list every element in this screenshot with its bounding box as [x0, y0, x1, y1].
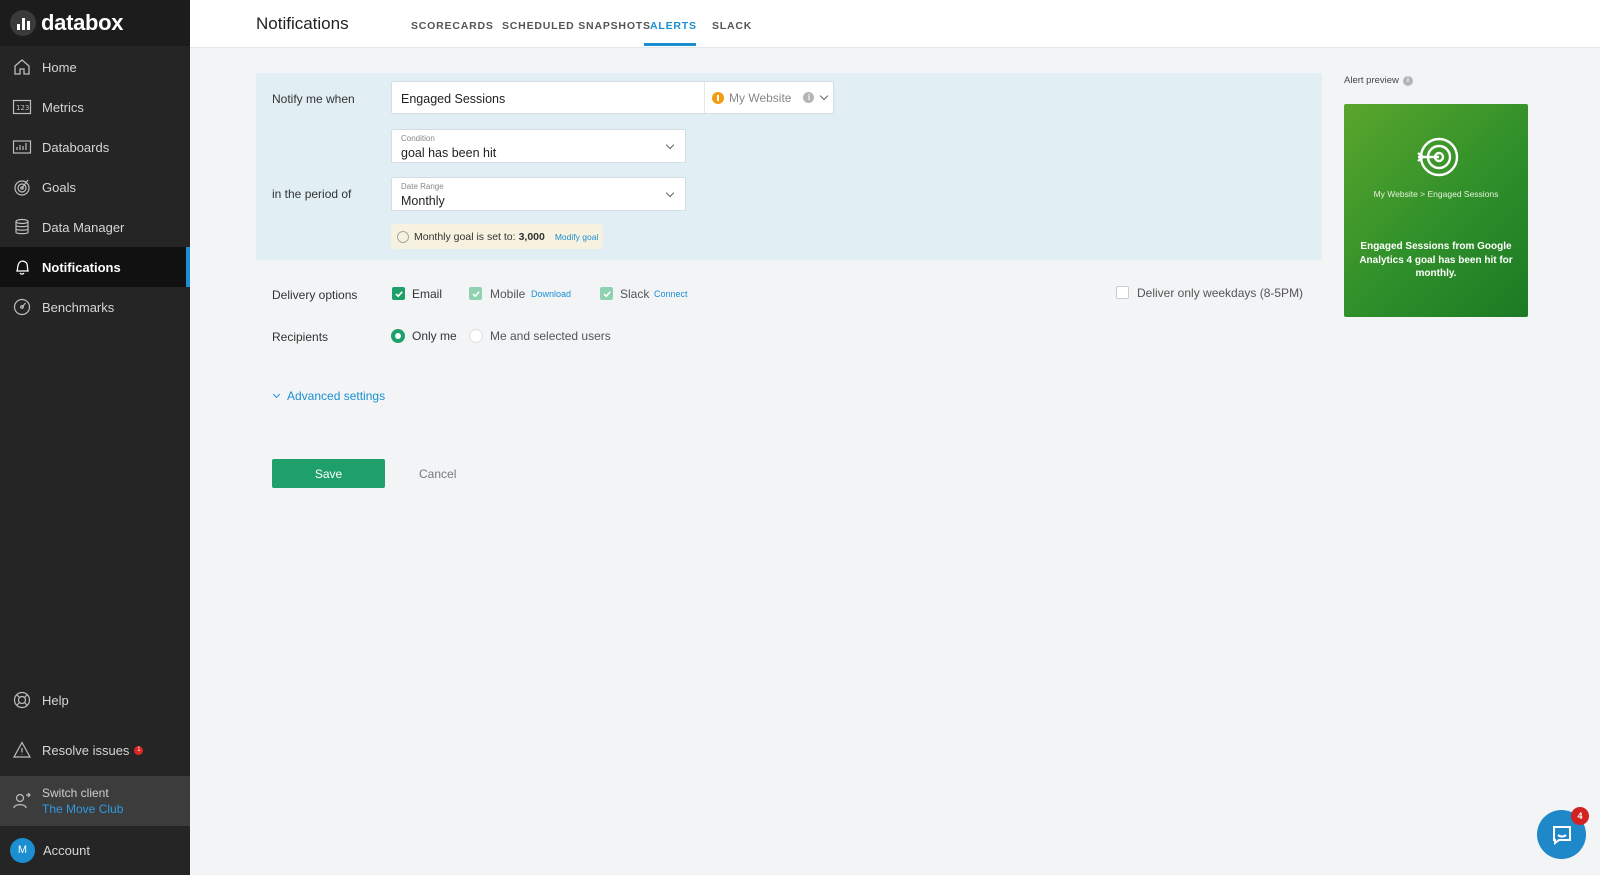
svg-text:123: 123 — [16, 104, 29, 112]
email-label: Email — [412, 287, 443, 301]
sidebar-item-benchmarks[interactable]: Benchmarks — [0, 287, 190, 327]
sidebar-item-label: Databoards — [42, 139, 110, 155]
sidebar-item-label: Benchmarks — [42, 299, 115, 315]
account-label: Account — [43, 842, 90, 858]
sidebar-item-home[interactable]: Home — [0, 47, 190, 87]
sidebar-item-label: Help — [42, 692, 69, 708]
tab-scheduled-snapshots[interactable]: SCHEDULED SNAPSHOTS — [502, 20, 651, 32]
bell-icon — [12, 257, 32, 277]
client-name: The Move Club — [42, 802, 124, 816]
goal-info-pill: Monthly goal is set to: 3,000 Modify goa… — [391, 224, 603, 249]
weekdays-checkbox[interactable] — [1116, 286, 1129, 299]
mobile-label: Mobile — [490, 287, 526, 301]
delivery-label: Delivery options — [272, 288, 358, 302]
mobile-checkbox[interactable] — [469, 287, 482, 300]
metric-select[interactable]: Engaged Sessions My Website i — [391, 81, 834, 114]
avatar: M — [10, 837, 35, 863]
page-title: Notifications — [256, 14, 349, 33]
top-bar: Notifications SCORECARDS SCHEDULED SNAPS… — [190, 0, 1600, 48]
weekdays-label: Deliver only weekdays (8-5PM) — [1137, 286, 1304, 300]
switch-client-button[interactable]: Switch client The Move Club — [0, 776, 190, 826]
metrics-123-icon: 123 — [12, 97, 32, 117]
only-me-label: Only me — [412, 329, 457, 343]
sidebar-item-label: Resolve issues — [42, 742, 130, 758]
chat-unread-badge: 4 — [1571, 807, 1589, 825]
account-button[interactable]: M Account — [0, 830, 190, 870]
sidebar-item-label: Home — [42, 59, 77, 75]
tab-alerts[interactable]: ALERTS — [650, 20, 697, 32]
chevron-down-icon — [665, 188, 675, 198]
goal-target-icon — [1417, 137, 1459, 177]
sidebar-item-metrics[interactable]: 123 Metrics — [0, 87, 190, 127]
recipients-label: Recipients — [272, 330, 329, 344]
data-source-value: My Website — [729, 90, 792, 105]
issue-count-badge: 1 — [134, 745, 144, 755]
condition-caption: Condition — [401, 134, 435, 143]
sidebar-item-notifications[interactable]: Notifications — [0, 247, 190, 287]
slack-checkbox[interactable] — [600, 287, 613, 300]
goal-target-icon — [12, 177, 32, 197]
active-tab-indicator — [644, 43, 696, 46]
preview-path: My Website > Engaged Sessions — [1373, 189, 1499, 199]
selected-users-label: Me and selected users — [490, 329, 611, 343]
alert-preview-title: Alert preview — [1344, 75, 1399, 86]
period-label: in the period of — [272, 187, 352, 201]
condition-select[interactable]: Condition goal has been hit — [391, 129, 686, 163]
sidebar-item-label: Notifications — [42, 259, 121, 275]
preview-message: Engaged Sessions from Google Analytics 4… — [1359, 241, 1513, 279]
home-icon — [12, 57, 32, 77]
logo-text: databox — [41, 10, 124, 35]
save-button[interactable]: Save — [272, 459, 385, 488]
download-link[interactable]: Download — [531, 289, 571, 299]
switch-client-label: Switch client — [42, 786, 109, 800]
selected-users-radio[interactable] — [469, 329, 483, 343]
advanced-settings-toggle[interactable]: Advanced settings — [272, 389, 386, 403]
goal-text: Monthly goal is set to: — [414, 230, 516, 243]
sidebar-item-label: Goals — [42, 179, 76, 195]
chevron-down-icon — [272, 390, 281, 399]
only-me-radio[interactable] — [391, 329, 405, 343]
database-icon — [12, 217, 32, 237]
chat-bubble-icon — [1552, 825, 1571, 845]
notify-label: Notify me when — [272, 92, 355, 106]
lifebuoy-help-icon — [12, 690, 32, 710]
goal-target-icon — [397, 230, 409, 243]
sidebar-item-resolve-issues[interactable]: Resolve issues 1 — [0, 730, 190, 770]
databox-logo[interactable]: databox — [0, 0, 190, 46]
metric-value: Engaged Sessions — [401, 92, 506, 106]
tab-slack[interactable]: SLACK — [712, 20, 752, 32]
warning-triangle-icon — [12, 740, 32, 760]
google-analytics-icon — [712, 91, 724, 104]
sidebar-item-help[interactable]: Help — [0, 680, 190, 720]
alert-preview-card: My Website > Engaged Sessions Engaged Se… — [1344, 104, 1528, 317]
switch-user-icon — [12, 791, 32, 811]
info-icon[interactable]: i — [803, 92, 815, 103]
cancel-button[interactable]: Cancel — [419, 467, 456, 481]
date-range-caption: Date Range — [401, 182, 444, 191]
databoard-icon — [12, 137, 32, 157]
chevron-down-icon — [820, 91, 829, 100]
advanced-settings-label: Advanced settings — [287, 389, 386, 403]
connect-link[interactable]: Connect — [654, 289, 688, 299]
info-icon[interactable]: i — [1402, 75, 1413, 86]
databox-logo-icon — [10, 10, 36, 36]
data-source-select[interactable]: My Website i — [704, 82, 834, 113]
benchmark-gauge-icon — [12, 297, 32, 317]
email-checkbox[interactable] — [392, 287, 405, 300]
sidebar-item-label: Metrics — [42, 99, 84, 115]
goal-value: 3,000 — [518, 230, 545, 243]
modify-goal-link[interactable]: Modify goal — [555, 232, 598, 242]
tab-scorecards[interactable]: SCORECARDS — [411, 20, 494, 32]
date-range-value: Monthly — [401, 194, 445, 208]
chevron-down-icon — [665, 140, 675, 150]
sidebar-item-goals[interactable]: Goals — [0, 167, 190, 207]
sidebar-item-data-manager[interactable]: Data Manager — [0, 207, 190, 247]
sidebar: databox Home 123 Metrics Databoards Goal… — [0, 0, 190, 875]
slack-label: Slack — [620, 287, 650, 301]
date-range-select[interactable]: Date Range Monthly — [391, 177, 686, 211]
condition-value: goal has been hit — [401, 146, 497, 160]
sidebar-item-databoards[interactable]: Databoards — [0, 127, 190, 167]
alert-preview-label: Alert preview i — [1344, 75, 1413, 86]
sidebar-item-label: Data Manager — [42, 219, 125, 235]
